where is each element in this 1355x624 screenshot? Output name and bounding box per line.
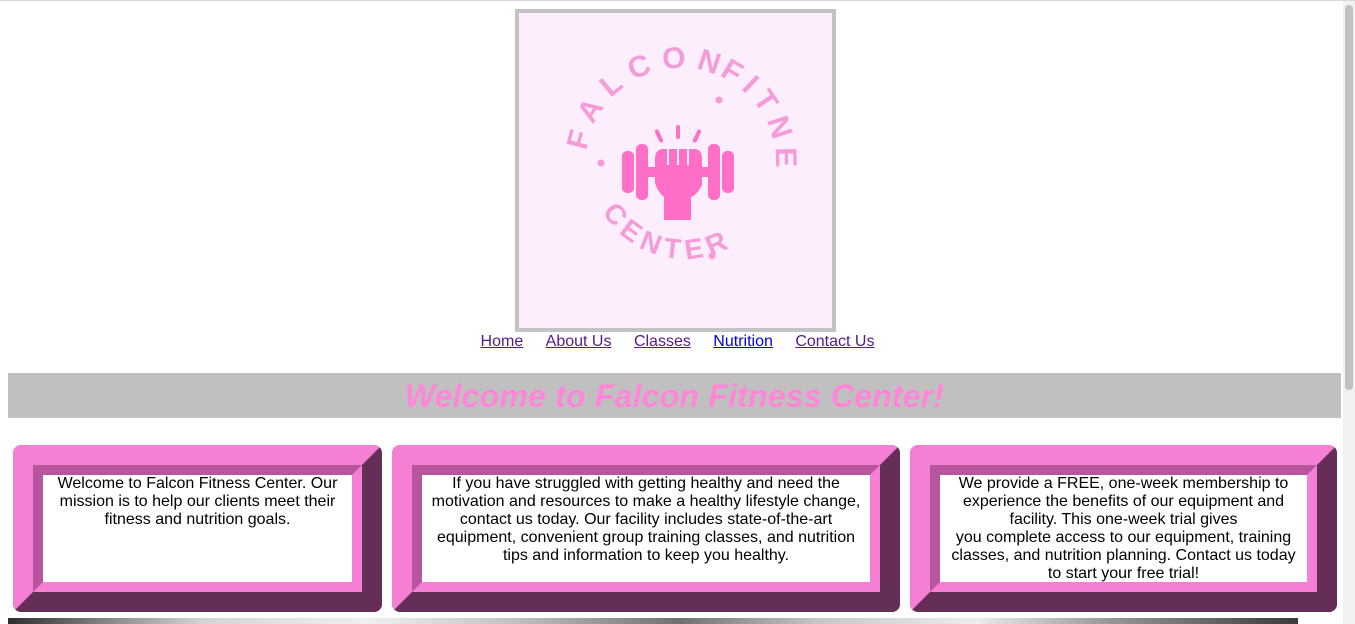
nav-nutrition-link[interactable]: Nutrition bbox=[713, 333, 773, 350]
welcome-heading: Welcome to Falcon Fitness Center! bbox=[404, 378, 945, 414]
nav-contact-us-link[interactable]: Contact Us bbox=[795, 333, 874, 350]
nav-about-us-link[interactable]: About Us bbox=[546, 333, 612, 350]
page: FALCON FITNESS CENTER bbox=[0, 0, 1355, 624]
scrollbar-thumb[interactable] bbox=[1345, 5, 1353, 390]
welcome-banner: Welcome to Falcon Fitness Center! bbox=[8, 373, 1341, 418]
nav-home-link[interactable]: Home bbox=[481, 333, 524, 350]
main-nav: Home About Us Classes Nutrition Contact … bbox=[0, 333, 1355, 351]
vertical-scrollbar[interactable] bbox=[1343, 1, 1355, 624]
info-box-content: Welcome to Falcon Fitness Center. Our mi… bbox=[33, 465, 362, 592]
info-box-text: We provide a FREE, one-week membership t… bbox=[946, 475, 1301, 583]
gym-photo bbox=[8, 618, 1298, 624]
info-box-text-line1: We provide a FREE, one-week membership t… bbox=[958, 475, 1289, 528]
logo-ring-text-top: FALCON bbox=[561, 42, 734, 153]
info-box-content: If you have struggled with getting healt… bbox=[412, 465, 880, 592]
falcon-fitness-logo: FALCON FITNESS CENTER bbox=[519, 13, 795, 266]
top-divider bbox=[0, 0, 1355, 1]
info-box-free-trial: We provide a FREE, one-week membership t… bbox=[910, 445, 1337, 612]
nav-classes-link[interactable]: Classes bbox=[634, 333, 691, 350]
info-box-mission: Welcome to Falcon Fitness Center. Our mi… bbox=[13, 445, 382, 612]
info-box-content: We provide a FREE, one-week membership t… bbox=[930, 465, 1317, 592]
info-box-text-line2: you complete access to our equipment, tr… bbox=[951, 529, 1296, 582]
logo-dot bbox=[708, 252, 716, 260]
logo: FALCON FITNESS CENTER bbox=[515, 9, 836, 332]
logo-dot bbox=[715, 96, 723, 104]
info-box-text: Welcome to Falcon Fitness Center. Our mi… bbox=[57, 475, 338, 528]
info-box-facility: If you have struggled with getting healt… bbox=[392, 445, 900, 612]
info-box-text: If you have struggled with getting healt… bbox=[431, 475, 861, 564]
dumbbell-fist-icon bbox=[622, 125, 734, 220]
logo-dot bbox=[597, 159, 605, 167]
